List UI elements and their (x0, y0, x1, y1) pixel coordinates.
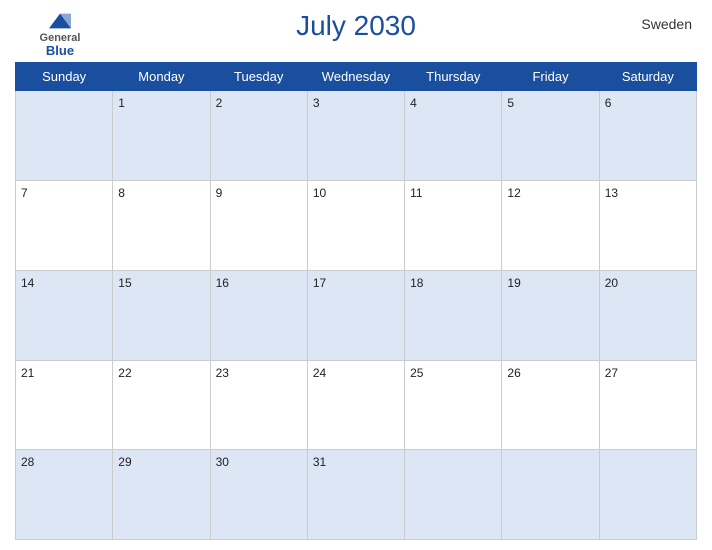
calendar-cell (502, 450, 599, 540)
calendar-row: 28 29 30 31 (16, 450, 697, 540)
day-number: 6 (605, 96, 612, 110)
calendar-cell: 23 (210, 360, 307, 450)
day-number: 3 (313, 96, 320, 110)
logo-text-blue: Blue (46, 44, 74, 58)
day-number: 22 (118, 366, 131, 380)
day-number: 20 (605, 276, 618, 290)
day-number: 21 (21, 366, 34, 380)
day-number: 7 (21, 186, 28, 200)
calendar-cell: 26 (502, 360, 599, 450)
day-number: 16 (216, 276, 229, 290)
calendar-cell: 22 (113, 360, 210, 450)
calendar-cell (599, 450, 696, 540)
calendar-cell: 1 (113, 91, 210, 181)
day-number: 26 (507, 366, 520, 380)
calendar-row: 21 22 23 24 25 26 27 (16, 360, 697, 450)
calendar-cell: 13 (599, 181, 696, 271)
calendar-cell: 25 (405, 360, 502, 450)
header-tuesday: Tuesday (210, 63, 307, 91)
calendar-cell: 9 (210, 181, 307, 271)
day-number: 1 (118, 96, 125, 110)
calendar-cell: 4 (405, 91, 502, 181)
day-number: 31 (313, 455, 326, 469)
page-header: General Blue July 2030 Sweden (15, 10, 697, 58)
calendar-cell: 15 (113, 270, 210, 360)
calendar-cell: 14 (16, 270, 113, 360)
day-number: 14 (21, 276, 34, 290)
calendar-cell: 6 (599, 91, 696, 181)
calendar-cell: 16 (210, 270, 307, 360)
day-number: 18 (410, 276, 423, 290)
calendar-cell: 20 (599, 270, 696, 360)
day-number: 10 (313, 186, 326, 200)
calendar-cell: 28 (16, 450, 113, 540)
calendar-table: Sunday Monday Tuesday Wednesday Thursday… (15, 62, 697, 540)
calendar-cell: 24 (307, 360, 404, 450)
calendar-cell: 2 (210, 91, 307, 181)
calendar-cell: 30 (210, 450, 307, 540)
calendar-cell: 5 (502, 91, 599, 181)
calendar-row: 7 8 9 10 11 12 13 (16, 181, 697, 271)
calendar-row: 1 2 3 4 5 6 (16, 91, 697, 181)
day-number: 28 (21, 455, 34, 469)
day-number: 29 (118, 455, 131, 469)
day-number: 4 (410, 96, 417, 110)
calendar-row: 14 15 16 17 18 19 20 (16, 270, 697, 360)
calendar-cell: 7 (16, 181, 113, 271)
header-saturday: Saturday (599, 63, 696, 91)
header-friday: Friday (502, 63, 599, 91)
header-wednesday: Wednesday (307, 63, 404, 91)
calendar-cell: 8 (113, 181, 210, 271)
day-number: 15 (118, 276, 131, 290)
header-sunday: Sunday (16, 63, 113, 91)
calendar-cell: 29 (113, 450, 210, 540)
calendar-cell: 12 (502, 181, 599, 271)
calendar-cell: 31 (307, 450, 404, 540)
day-number: 5 (507, 96, 514, 110)
logo-icon (45, 10, 75, 32)
calendar-cell: 27 (599, 360, 696, 450)
country-label: Sweden (612, 10, 692, 32)
calendar-title: July 2030 (100, 10, 612, 42)
day-number: 23 (216, 366, 229, 380)
day-number: 19 (507, 276, 520, 290)
calendar-cell: 3 (307, 91, 404, 181)
day-number: 11 (410, 186, 422, 200)
day-number: 13 (605, 186, 618, 200)
calendar-cell: 10 (307, 181, 404, 271)
day-number: 24 (313, 366, 326, 380)
title-area: July 2030 (100, 10, 612, 42)
calendar-cell: 11 (405, 181, 502, 271)
calendar-cell: 18 (405, 270, 502, 360)
day-number: 17 (313, 276, 326, 290)
header-thursday: Thursday (405, 63, 502, 91)
day-number: 8 (118, 186, 125, 200)
weekday-header-row: Sunday Monday Tuesday Wednesday Thursday… (16, 63, 697, 91)
calendar-cell: 19 (502, 270, 599, 360)
calendar-cell: 17 (307, 270, 404, 360)
logo: General Blue (20, 10, 100, 58)
calendar-cell (405, 450, 502, 540)
calendar-cell (16, 91, 113, 181)
day-number: 27 (605, 366, 618, 380)
calendar-cell: 21 (16, 360, 113, 450)
day-number: 25 (410, 366, 423, 380)
day-number: 9 (216, 186, 223, 200)
day-number: 30 (216, 455, 229, 469)
header-monday: Monday (113, 63, 210, 91)
day-number: 2 (216, 96, 223, 110)
day-number: 12 (507, 186, 520, 200)
